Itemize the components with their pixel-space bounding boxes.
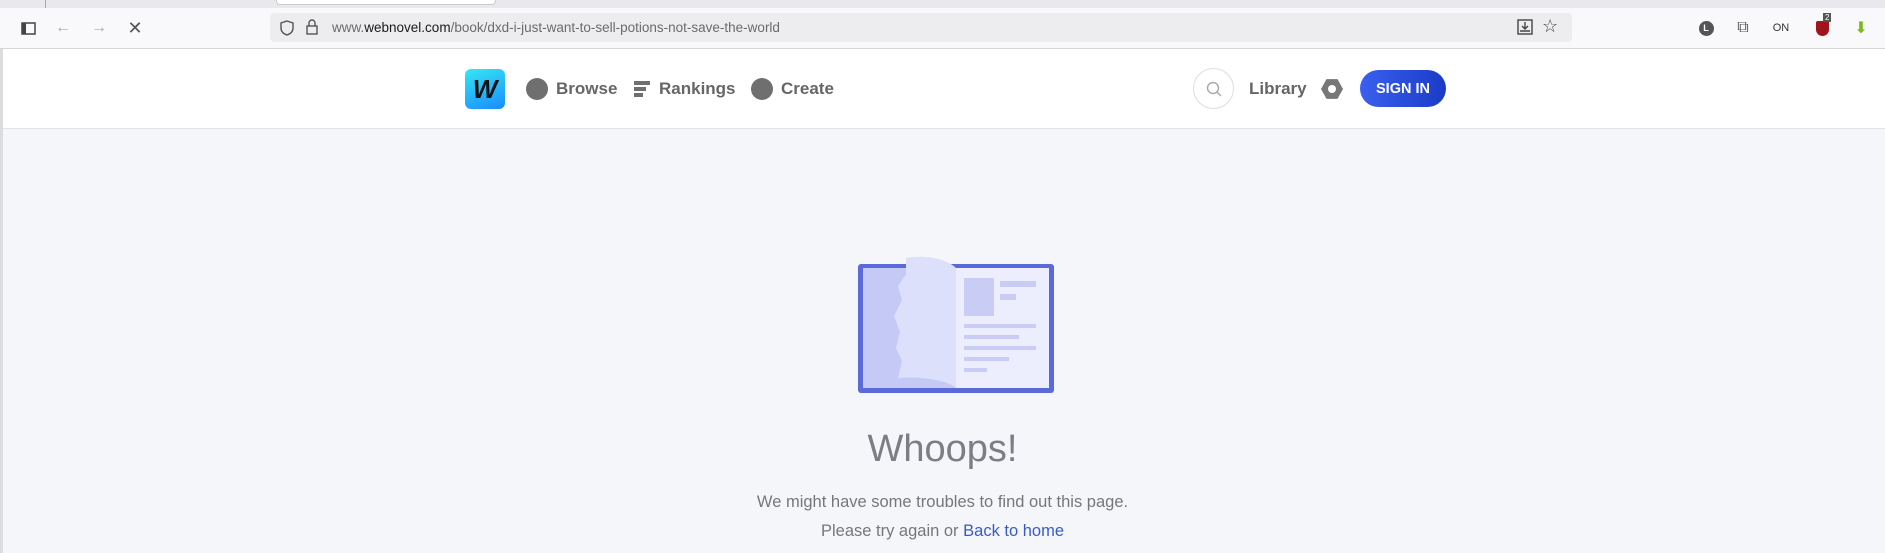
- download-page-icon[interactable]: [1517, 19, 1533, 35]
- ublock-icon[interactable]: 2: [1812, 8, 1832, 48]
- settings-hex-icon[interactable]: [1321, 79, 1343, 99]
- stop-loading-icon[interactable]: ✕: [124, 8, 146, 48]
- pen-icon: [751, 78, 773, 100]
- nav-rankings-label: Rankings: [659, 79, 736, 98]
- nav-rankings[interactable]: Rankings: [633, 69, 736, 109]
- sign-in-button[interactable]: SIGN IN: [1360, 70, 1446, 107]
- url-bar[interactable]: www.webnovel.com/book/dxd-i-just-want-to…: [270, 13, 1572, 42]
- webnovel-logo[interactable]: W: [465, 69, 505, 109]
- compass-icon: [526, 78, 548, 100]
- rankings-icon: [634, 81, 650, 97]
- sidebar-icon[interactable]: [18, 8, 38, 48]
- back-icon[interactable]: ←: [52, 8, 74, 48]
- library-link[interactable]: Library: [1249, 69, 1307, 109]
- nav-create[interactable]: Create: [751, 69, 834, 109]
- url-prefix: www.: [332, 20, 365, 35]
- retry-prefix: Please try again or: [820, 522, 959, 540]
- search-button[interactable]: [1193, 68, 1234, 109]
- ublock-badge: 2: [1823, 13, 1832, 22]
- back-to-home-link[interactable]: Back to home: [963, 522, 1064, 540]
- on-extension-icon[interactable]: ON: [1770, 8, 1792, 48]
- retry-line: Please try again or Back to home: [0, 522, 1885, 541]
- forward-icon[interactable]: →: [88, 8, 110, 48]
- error-message: We might have some troubles to find out …: [756, 493, 1129, 511]
- url-text[interactable]: www.webnovel.com/book/dxd-i-just-want-to…: [332, 20, 780, 35]
- green-download-icon[interactable]: ⬇: [1851, 8, 1871, 48]
- bookmark-star-icon[interactable]: ☆: [1542, 16, 1558, 37]
- url-path: /book/dxd-i-just-want-to-sell-potions-no…: [450, 20, 780, 35]
- search-icon: [1206, 81, 1222, 97]
- shield-icon: [280, 20, 294, 36]
- nav-create-label: Create: [781, 79, 834, 98]
- l-extension-icon[interactable]: L: [1697, 8, 1715, 48]
- logo-letter: W: [472, 73, 498, 104]
- puzzle-extensions-icon[interactable]: ⧉: [1734, 8, 1752, 48]
- url-domain: webnovel.com: [364, 20, 451, 35]
- torn-book-illustration: [858, 256, 1054, 393]
- error-title: Whoops!: [867, 428, 1018, 470]
- tab-strip: [0, 0, 1885, 8]
- l-extension-label: L: [1698, 20, 1714, 36]
- active-tab[interactable]: [276, 0, 496, 5]
- tab-separator: [45, 0, 46, 8]
- browser-toolbar: ← → ✕ www.webnovel.com/book/dxd-i-just-w…: [0, 8, 1885, 49]
- site-header: W Browse Rankings Create Library SIGN IN: [3, 49, 1885, 129]
- nav-browse[interactable]: Browse: [526, 69, 617, 109]
- lock-icon: [306, 19, 318, 35]
- nav-browse-label: Browse: [556, 79, 618, 98]
